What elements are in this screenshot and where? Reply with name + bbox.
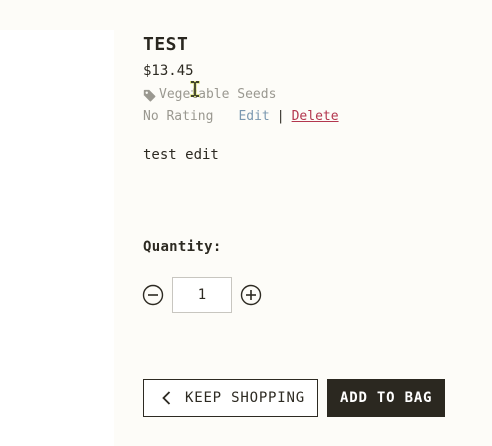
minus-circle-icon[interactable] (142, 284, 164, 306)
product-meta-row: No Rating Edit | Delete (143, 108, 473, 126)
product-description: test edit (143, 147, 219, 163)
product-details: TEST $13.45 Vegetable Seeds No Rating Ed… (143, 33, 473, 165)
edit-link[interactable]: Edit (238, 108, 269, 126)
product-actions: KEEP SHOPPING ADD TO BAG (143, 379, 446, 417)
chevron-left-icon (162, 391, 171, 405)
product-title: TEST (143, 34, 189, 55)
tag-icon (143, 89, 156, 101)
product-detail-page: TEST $13.45 Vegetable Seeds No Rating Ed… (0, 0, 492, 446)
quantity-input[interactable] (172, 277, 232, 313)
link-separator: | (276, 109, 285, 124)
product-price: $13.45 (143, 63, 194, 79)
category-label: Vegetable Seeds (159, 87, 277, 102)
product-image-panel (0, 30, 114, 446)
delete-link[interactable]: Delete (292, 108, 339, 126)
keep-shopping-button[interactable]: KEEP SHOPPING (143, 379, 318, 417)
quantity-label: Quantity: (143, 239, 222, 255)
text-cursor-icon (190, 81, 200, 97)
keep-shopping-label: KEEP SHOPPING (185, 390, 305, 406)
rating-text: No Rating (143, 109, 214, 124)
plus-circle-icon[interactable] (240, 284, 262, 306)
add-to-bag-button[interactable]: ADD TO BAG (326, 379, 446, 417)
quantity-stepper (142, 277, 262, 313)
